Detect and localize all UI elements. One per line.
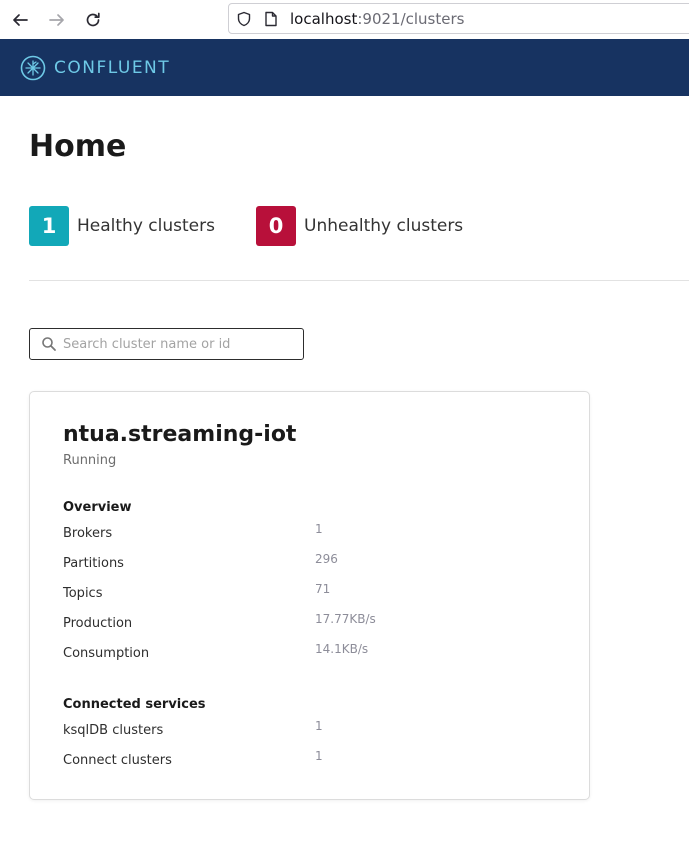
brand-name[interactable]: CONFLUENT (54, 58, 170, 78)
reload-icon (86, 12, 100, 27)
page-title: Home (29, 129, 127, 164)
unhealthy-count-badge: 0 (256, 206, 296, 246)
service-value-connect: 1 (315, 749, 323, 763)
overview-value-partitions: 296 (315, 552, 338, 566)
back-arrow-icon (13, 14, 28, 26)
overview-label-topics: Topics (63, 586, 103, 601)
unhealthy-clusters-stat[interactable]: 0 Unhealthy clusters (256, 206, 463, 246)
page-icon[interactable] (262, 10, 280, 28)
overview-value-production: 17.77KB/s (315, 612, 376, 626)
cluster-status: Running (63, 453, 117, 468)
search-input[interactable] (63, 334, 297, 354)
healthy-clusters-stat[interactable]: 1 Healthy clusters (29, 206, 215, 246)
overview-value-consumption: 14.1KB/s (315, 642, 369, 656)
forward-arrow-icon (49, 14, 64, 26)
service-label-ksqldb: ksqlDB clusters (63, 723, 164, 738)
back-button[interactable] (8, 8, 32, 32)
shield-icon[interactable] (235, 10, 253, 28)
healthy-count-badge: 1 (29, 206, 69, 246)
url-text[interactable]: localhost:9021/clusters (290, 10, 464, 28)
overview-label-brokers: Brokers (63, 526, 113, 541)
unhealthy-clusters-label: Unhealthy clusters (304, 216, 464, 236)
reload-button[interactable] (81, 8, 105, 32)
forward-button[interactable] (45, 8, 69, 32)
confluent-logo-icon[interactable] (20, 55, 46, 81)
app-header: CONFLUENT (0, 39, 689, 96)
service-label-connect: Connect clusters (63, 753, 172, 768)
overview-value-brokers: 1 (315, 522, 323, 536)
url-path: :9021/clusters (357, 10, 465, 28)
cluster-name[interactable]: ntua.streaming-iot (63, 421, 296, 449)
cluster-search-box[interactable] (29, 328, 304, 360)
overview-label-consumption: Consumption (63, 646, 150, 661)
service-value-ksqldb: 1 (315, 719, 323, 733)
overview-label-partitions: Partitions (63, 556, 124, 571)
healthy-clusters-label: Healthy clusters (77, 216, 215, 236)
browser-toolbar: localhost:9021/clusters (0, 0, 689, 39)
url-host: localhost (290, 10, 358, 28)
divider (29, 280, 689, 281)
overview-label-production: Production (63, 616, 133, 631)
cluster-card[interactable]: ntua.streaming-iot Running Overview Brok… (29, 391, 590, 800)
connected-services-heading: Connected services (63, 697, 206, 712)
search-icon (42, 337, 56, 351)
address-bar[interactable]: localhost:9021/clusters (228, 3, 689, 34)
overview-heading: Overview (63, 500, 132, 515)
overview-value-topics: 71 (315, 582, 331, 596)
